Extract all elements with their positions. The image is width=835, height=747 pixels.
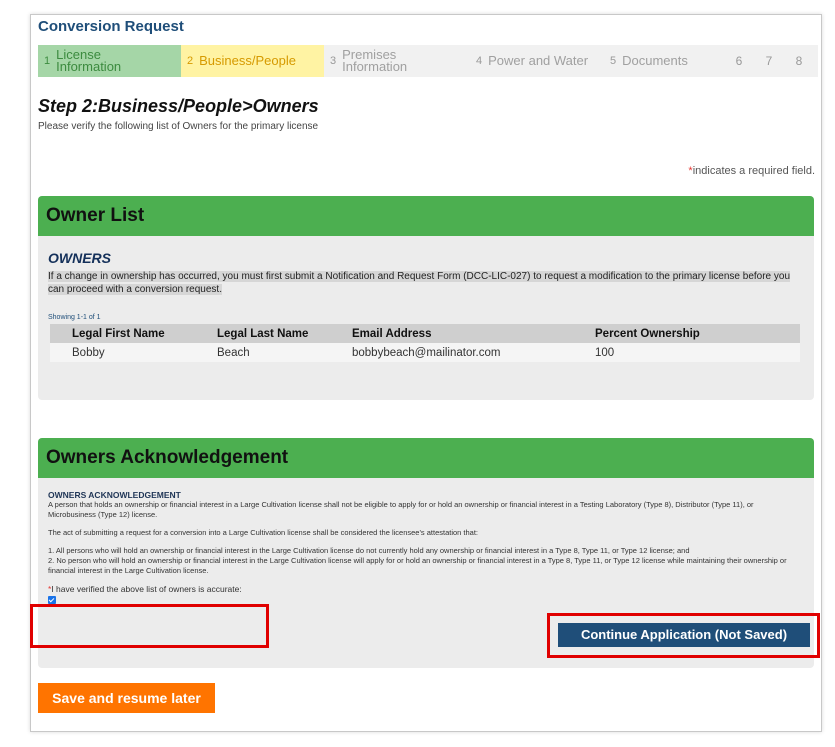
step-label-line2: Information	[56, 59, 122, 74]
cell-actions	[735, 343, 800, 362]
save-and-resume-button[interactable]: Save and resume later	[38, 683, 215, 713]
page-title: Conversion Request	[38, 18, 184, 35]
required-note-text: indicates a required field.	[692, 165, 815, 177]
step-number: 3	[330, 55, 337, 67]
owner-list-section: Owner List OWNERS If a change in ownersh…	[38, 196, 814, 400]
step-subtitle: Please verify the following list of Owne…	[38, 121, 319, 132]
cell-first-name: Bobby	[50, 343, 195, 362]
step-label-line2: Information	[342, 59, 408, 74]
step-progress-bar: 1 License Information 2 Business/People …	[38, 45, 818, 77]
owner-list-header: Owner List	[38, 196, 814, 236]
acknowledgement-item-1: 1. All persons who will hold an ownershi…	[48, 546, 690, 555]
step-number: 5	[610, 55, 617, 67]
step-number: 4	[476, 55, 483, 67]
highlight-verify-checkbox	[30, 604, 269, 648]
acknowledgement-item-2: 2. No person who will hold an ownership …	[48, 556, 787, 575]
verify-owners-text: I have verified the above list of owners…	[51, 584, 242, 594]
column-header-last-name[interactable]: Legal Last Name	[195, 324, 330, 343]
step-6[interactable]: 6	[724, 45, 754, 77]
column-header-actions	[735, 324, 800, 343]
step-label: Documents	[622, 53, 688, 68]
column-header-percent[interactable]: Percent Ownership	[573, 324, 735, 343]
acknowledgement-paragraph-2: The act of submitting a request for a co…	[48, 528, 479, 537]
owners-description: If a change in ownership has occurred, y…	[48, 271, 791, 295]
step-documents[interactable]: 5 Documents	[604, 45, 724, 77]
table-row: Bobby Beach bobbybeach@mailinator.com 10…	[50, 343, 800, 362]
step-premises-information[interactable]: 3 Premises Information	[324, 45, 464, 77]
verify-owners-checkbox[interactable]	[48, 596, 56, 604]
acknowledgement-paragraph-1: A person that holds an ownership or fina…	[48, 500, 754, 519]
pagination-summary: Showing 1-1 of 1	[48, 314, 101, 321]
step-license-information[interactable]: 1 License Information	[38, 45, 181, 77]
step-8[interactable]: 8	[784, 45, 814, 77]
step-power-and-water[interactable]: 4 Power and Water	[464, 45, 604, 77]
step-business-people[interactable]: 2 Business/People	[181, 45, 324, 77]
cell-email: bobbybeach@mailinator.com	[330, 343, 573, 362]
acknowledgement-header: Owners Acknowledgement	[38, 438, 814, 478]
acknowledgement-body: OWNERS ACKNOWLEDGEMENT A person that hol…	[38, 478, 814, 604]
continue-application-button[interactable]: Continue Application (Not Saved)	[558, 623, 810, 647]
step-number: 1	[44, 55, 51, 67]
step-label: Business/People	[199, 53, 296, 68]
step-label: Power and Water	[488, 53, 589, 68]
cell-percent: 100	[573, 343, 735, 362]
verify-owners-label: *I have verified the above list of owner…	[48, 584, 802, 594]
owners-table: Legal First Name Legal Last Name Email A…	[50, 324, 800, 362]
acknowledgement-title: OWNERS ACKNOWLEDGEMENT	[48, 490, 181, 500]
column-header-first-name[interactable]: Legal First Name	[50, 324, 195, 343]
step-7[interactable]: 7	[754, 45, 784, 77]
required-field-note: *indicates a required field.	[688, 165, 815, 177]
step-heading: Step 2:Business/People>Owners	[38, 96, 319, 116]
owners-title: OWNERS	[48, 250, 111, 266]
table-header-row: Legal First Name Legal Last Name Email A…	[50, 324, 800, 343]
cell-last-name: Beach	[195, 343, 330, 362]
column-header-email[interactable]: Email Address	[330, 324, 573, 343]
step-number: 2	[187, 55, 194, 67]
